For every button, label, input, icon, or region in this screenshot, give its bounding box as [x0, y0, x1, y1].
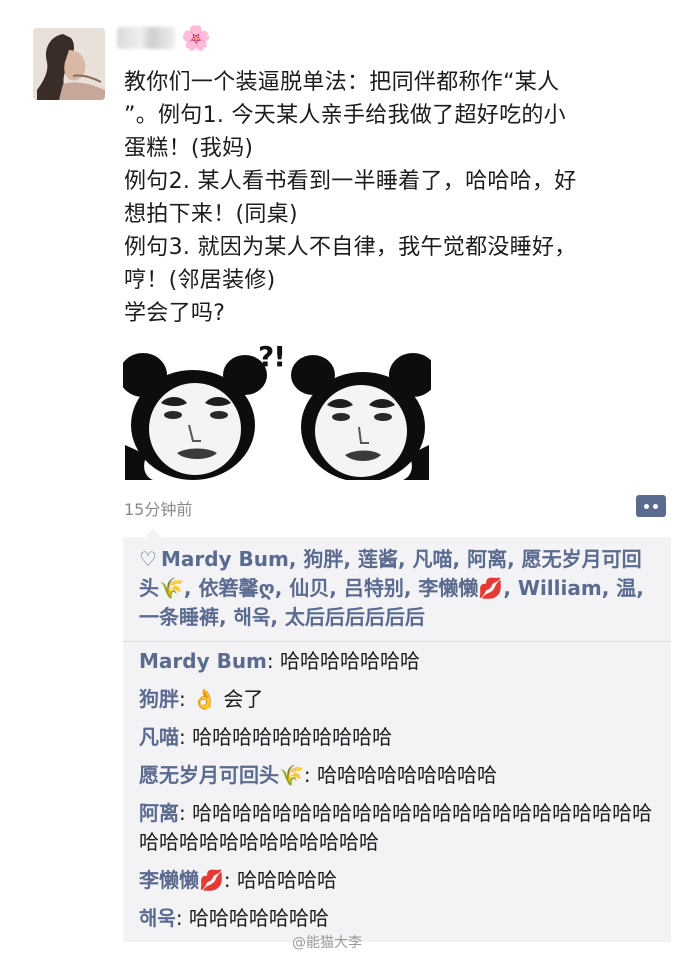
- post-text: 教你们一个装逼脱单法：把同伴都称作“某人 ”。例句1. 今天某人亲手给我做了超好…: [124, 70, 577, 326]
- comment-author[interactable]: 愿无岁月可回头🌾: [139, 763, 304, 787]
- comment-text: : 哈哈哈哈哈哈哈哈哈哈哈哈哈哈哈哈哈哈哈哈哈哈哈哈哈哈哈哈哈哈哈哈哈哈哈: [139, 801, 653, 854]
- comment-text: : 哈哈哈哈哈哈哈哈哈哈: [179, 725, 393, 749]
- post-time: 15分钟前: [124, 500, 193, 519]
- meme-caption: ?!: [258, 340, 286, 373]
- comment-author[interactable]: 李懒懒💋: [139, 868, 224, 892]
- comment-item[interactable]: 阿离: 哈哈哈哈哈哈哈哈哈哈哈哈哈哈哈哈哈哈哈哈哈哈哈哈哈哈哈哈哈哈哈哈哈哈哈: [139, 799, 663, 857]
- likes-names[interactable]: Mardy Bum, 狗胖, 莲酱, 凡喵, 阿离, 愿无岁月可回头🌾, 依箬馨…: [139, 547, 644, 629]
- comment-item[interactable]: 狗胖: 👌 会了: [139, 685, 663, 714]
- avatar-photo: [33, 28, 105, 100]
- comment-author[interactable]: 해욱: [139, 906, 176, 930]
- dot-icon: [653, 503, 658, 509]
- comment-author[interactable]: 狗胖: [139, 687, 179, 711]
- divider: [123, 641, 671, 642]
- blurred-username: [117, 27, 175, 49]
- comment-author[interactable]: 凡喵: [139, 725, 179, 749]
- comment-text: : 哈哈哈哈哈哈哈哈哈: [303, 763, 498, 787]
- avatar[interactable]: [33, 28, 105, 100]
- comment-item[interactable]: 凡喵: 哈哈哈哈哈哈哈哈哈哈: [139, 723, 663, 752]
- interaction-panel: ♡ Mardy Bum, 狗胖, 莲酱, 凡喵, 阿离, 愿无岁月可回头🌾, 依箬…: [123, 529, 671, 942]
- heart-icon: ♡: [139, 547, 157, 571]
- comment-author[interactable]: Mardy Bum: [139, 649, 267, 673]
- comment-menu-button[interactable]: [636, 495, 666, 517]
- likes-list: ♡ Mardy Bum, 狗胖, 莲酱, 凡喵, 阿离, 愿无岁月可回头🌾, 依箬…: [139, 545, 661, 632]
- comment-item[interactable]: 李懒懒💋: 哈哈哈哈哈: [139, 866, 663, 895]
- comment-item[interactable]: Mardy Bum: 哈哈哈哈哈哈哈: [139, 647, 663, 676]
- watermark: @能猫大李: [292, 935, 362, 951]
- comment-text: : 哈哈哈哈哈: [223, 868, 338, 892]
- username[interactable]: 🌸: [117, 20, 211, 56]
- comment-author[interactable]: 阿离: [139, 801, 179, 825]
- comment-text: : 哈哈哈哈哈哈哈: [175, 906, 329, 930]
- comment-text: : 👌 会了: [179, 687, 264, 711]
- comment-list: Mardy Bum: 哈哈哈哈哈哈哈 狗胖: 👌 会了 凡喵: 哈哈哈哈哈哈哈哈…: [139, 647, 663, 942]
- comment-item[interactable]: 해욱: 哈哈哈哈哈哈哈: [139, 904, 663, 933]
- comment-text: : 哈哈哈哈哈哈哈: [266, 649, 421, 673]
- dot-icon: [644, 503, 649, 509]
- comment-item[interactable]: 愿无岁月可回头🌾: 哈哈哈哈哈哈哈哈哈: [139, 761, 663, 790]
- flower-emoji: 🌸: [181, 24, 211, 52]
